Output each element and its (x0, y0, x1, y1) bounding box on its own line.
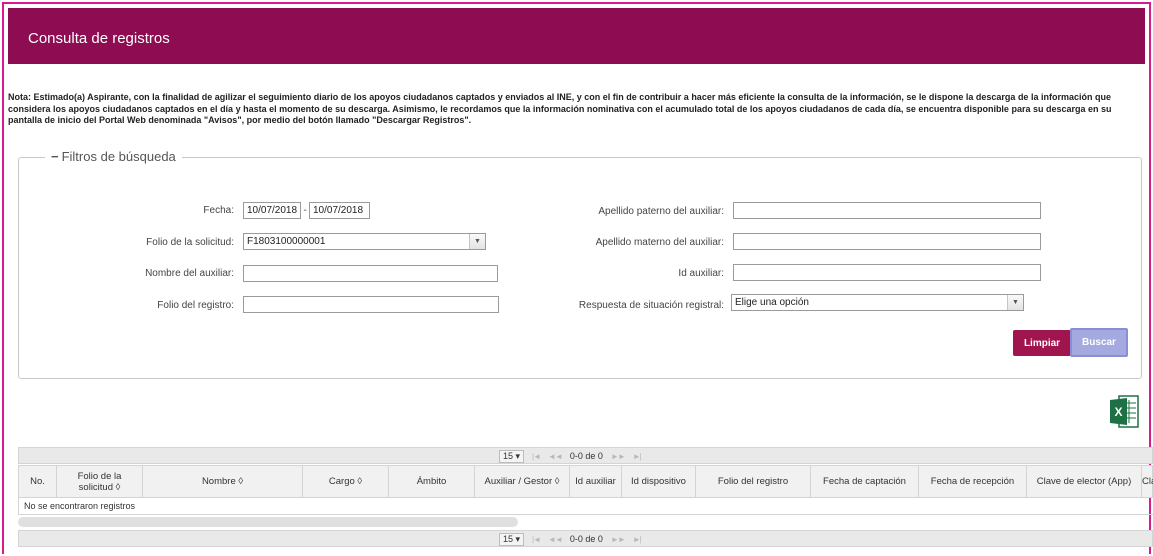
column-header: Fecha de recepción (919, 466, 1027, 497)
apellido-paterno-label: Apellido paterno del auxiliar: (598, 206, 724, 217)
respuesta-value: Elige una opción (735, 297, 809, 308)
column-header: Clave de elector (App) (1027, 466, 1142, 497)
column-header: Id dispositivo (622, 466, 696, 497)
column-header[interactable]: Cargo ◊ (303, 466, 389, 497)
last-page-button[interactable]: ►| (633, 535, 642, 544)
respuesta-select[interactable]: Elige una opción ▼ (731, 294, 1024, 311)
folio-solicitud-value: F1803100000001 (247, 236, 326, 247)
id-auxiliar-label: Id auxiliar: (678, 268, 724, 279)
first-page-button[interactable]: |◄ (532, 535, 541, 544)
page-range-text: 0-0 de 0 (569, 451, 603, 461)
fecha-label: Fecha: (203, 205, 234, 216)
id-auxiliar-input[interactable] (733, 264, 1041, 281)
column-header[interactable]: Auxiliar / Gestor ◊ (475, 466, 570, 497)
column-header[interactable]: Nombre ◊ (143, 466, 303, 497)
excel-export-icon[interactable]: X (1109, 395, 1139, 428)
collapse-icon[interactable]: − (51, 149, 59, 164)
column-header: Ámbito (389, 466, 475, 497)
pager-top: 15 ▾ |◄ ◄◄ 0-0 de 0 ►► ►| (18, 447, 1153, 464)
fecha-to-input[interactable] (309, 202, 370, 219)
respuesta-label: Respuesta de situación registral: (578, 300, 724, 311)
column-header: No. (19, 466, 57, 497)
nombre-auxiliar-label: Nombre del auxiliar: (145, 268, 234, 279)
page-title: Consulta de registros (28, 30, 170, 47)
filters-legend-label: Filtros de búsqueda (61, 149, 176, 164)
last-page-button[interactable]: ►| (633, 452, 642, 461)
folio-registro-label: Folio del registro: (157, 300, 234, 311)
column-header: Folio del registro (696, 466, 811, 497)
page-header: Consulta de registros (8, 8, 1145, 64)
chevron-down-icon[interactable]: ▼ (469, 234, 485, 249)
notice-text: Nota: Estimado(a) Aspirante, con la fina… (8, 92, 1112, 125)
filters-legend[interactable]: − Filtros de búsqueda (45, 149, 182, 164)
empty-table-message: No se encontraron registros (18, 498, 1153, 515)
fecha-from-input[interactable] (243, 202, 301, 219)
folio-registro-input[interactable] (243, 296, 499, 313)
table-header: No. Folio de la solicitud ◊ Nombre ◊ Car… (18, 465, 1153, 498)
page-size-select[interactable]: 15 ▾ (499, 449, 525, 463)
folio-solicitud-label: Folio de la solicitud: (146, 237, 234, 248)
column-header[interactable]: Folio de la solicitud ◊ (57, 466, 143, 497)
pager-bottom: 15 ▾ |◄ ◄◄ 0-0 de 0 ►► ►| (18, 530, 1153, 547)
fecha-separator: - (303, 205, 307, 216)
nombre-auxiliar-input[interactable] (243, 265, 498, 282)
prev-page-button[interactable]: ◄◄ (548, 535, 563, 544)
column-header: Id auxiliar (570, 466, 622, 497)
horizontal-scrollbar[interactable] (18, 517, 518, 527)
next-page-button[interactable]: ►► (611, 535, 626, 544)
prev-page-button[interactable]: ◄◄ (548, 452, 563, 461)
page-range-text: 0-0 de 0 (569, 534, 603, 544)
buscar-button[interactable]: Buscar (1070, 328, 1128, 357)
page-size-select[interactable]: 15 ▾ (499, 532, 525, 546)
first-page-button[interactable]: |◄ (532, 452, 541, 461)
svg-text:X: X (1114, 405, 1122, 419)
apellido-materno-label: Apellido materno del auxiliar: (595, 237, 724, 248)
next-page-button[interactable]: ►► (611, 452, 626, 461)
folio-solicitud-select[interactable]: F1803100000001 ▼ (243, 233, 486, 250)
limpiar-button[interactable]: Limpiar (1013, 330, 1071, 356)
chevron-down-icon[interactable]: ▼ (1007, 295, 1023, 310)
column-header: Cla (1142, 476, 1153, 487)
column-header: Fecha de captación (811, 466, 919, 497)
apellido-materno-input[interactable] (733, 233, 1041, 250)
apellido-paterno-input[interactable] (733, 202, 1041, 219)
